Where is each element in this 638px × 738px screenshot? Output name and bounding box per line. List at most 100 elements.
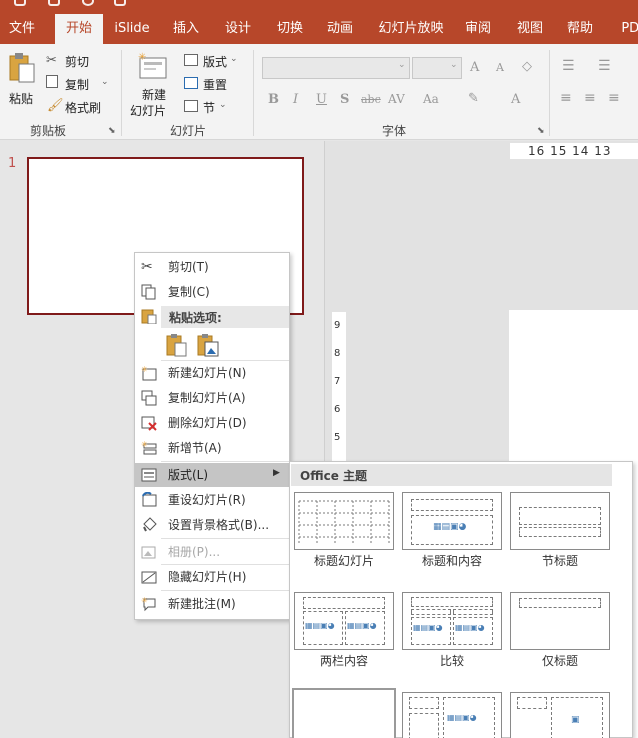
title-bar — [0, 0, 638, 14]
content-icons: ▦▤▣◕ — [347, 621, 377, 630]
menu-item-label: 新建幻灯片(N) — [168, 366, 247, 380]
menu-item-layout[interactable]: 版式(L) ▶ — [135, 463, 289, 487]
touch-mode-icon[interactable] — [114, 0, 126, 6]
font-color-button[interactable]: A — [511, 92, 520, 107]
menu-item-copy[interactable]: 复制(C) — [135, 280, 289, 304]
section-icon — [184, 100, 198, 112]
underline-button[interactable]: U — [316, 92, 327, 107]
menu-item-label: 复制(C) — [168, 285, 210, 299]
content-icons: ▦▤▣◕ — [447, 713, 477, 722]
bullets-icon[interactable]: ☰ — [562, 58, 575, 74]
tab-transitions[interactable]: 切换 — [270, 14, 310, 44]
group-divider — [121, 50, 122, 136]
menu-item-format-background[interactable]: 设置背景格式(B)... — [135, 513, 289, 537]
svg-text:✳: ✳ — [138, 52, 146, 63]
paste-use-destination-theme-button[interactable] — [166, 333, 188, 357]
italic-button[interactable]: I — [293, 92, 298, 107]
copy-button[interactable]: 复制 — [65, 76, 89, 93]
layout-button[interactable]: 版式 — [203, 53, 227, 70]
right-heading-placeholder — [453, 609, 493, 615]
layout-title-slide[interactable] — [294, 492, 394, 550]
layout-icon — [141, 467, 157, 483]
ruler-tick-label: 6 — [334, 404, 341, 415]
paste-button[interactable]: 粘贴 — [6, 50, 38, 106]
tab-pdf[interactable]: PDF — [614, 14, 638, 44]
layout-name: 比较 — [439, 654, 464, 668]
bold-button[interactable]: B — [268, 92, 279, 107]
layout-title-only[interactable] — [510, 592, 610, 650]
layout-name: 节标题 — [541, 554, 578, 568]
content-icons: ▦▤▣◕ — [455, 623, 485, 632]
photo-album-icon — [141, 544, 157, 560]
menu-item-hide-slide[interactable]: 隐藏幻灯片(H) — [135, 565, 289, 589]
align-center-icon[interactable]: ≡ — [584, 90, 596, 106]
menu-item-delete-slide[interactable]: 删除幻灯片(D) — [135, 411, 289, 435]
numbering-icon[interactable]: ☰ — [598, 58, 611, 74]
paste-as-picture-button[interactable] — [197, 333, 219, 357]
layout-title-and-content[interactable]: ▦▤▣◕ — [402, 492, 502, 550]
tab-view[interactable]: 视图 — [510, 14, 550, 44]
strikethrough-button[interactable]: abc — [361, 93, 381, 106]
theme-name: Office 主题 — [300, 469, 368, 483]
copy-icon — [46, 75, 58, 88]
menu-item-label: 重设幻灯片(R) — [168, 493, 246, 507]
layout-blank[interactable] — [292, 688, 396, 738]
menu-item-reset-slide[interactable]: 重设幻灯片(R) — [135, 488, 289, 512]
menu-item-duplicate-slide[interactable]: 复制幻灯片(A) — [135, 386, 289, 410]
layout-two-content[interactable]: ▦▤▣◕ ▦▤▣◕ — [294, 592, 394, 650]
save-icon[interactable] — [14, 0, 26, 6]
layout-picture-with-caption[interactable]: ▣ — [510, 692, 610, 738]
char-spacing-button[interactable]: AV — [388, 92, 405, 106]
align-right-icon[interactable]: ≡ — [608, 90, 620, 106]
caption-title-placeholder — [517, 697, 547, 709]
tab-animations[interactable]: 动画 — [320, 14, 360, 44]
paste-icon — [9, 53, 35, 83]
menu-separator — [161, 538, 289, 539]
tab-file[interactable]: 文件 — [0, 14, 44, 44]
hide-slide-icon — [141, 569, 157, 585]
undo-icon[interactable] — [48, 0, 60, 6]
vertical-ruler: 9 8 7 6 5 — [332, 312, 346, 472]
align-left-icon[interactable]: ≡ — [560, 90, 572, 106]
tab-islide[interactable]: iSlide — [108, 14, 156, 44]
reset-button[interactable]: 重置 — [203, 76, 227, 93]
section-button[interactable]: 节 — [203, 99, 215, 116]
format-painter-button[interactable]: 格式刷 — [65, 99, 101, 116]
font-launcher-icon[interactable]: ⬊ — [537, 126, 545, 136]
menu-item-new-comment[interactable]: ✳ 新建批注(M) — [135, 592, 289, 616]
layout-comparison[interactable]: ▦▤▣◕ ▦▤▣◕ — [402, 592, 502, 650]
tab-design[interactable]: 设计 — [218, 14, 258, 44]
layout-content-with-caption[interactable]: ▦▤▣◕ — [402, 692, 502, 738]
tab-home[interactable]: 开始 — [55, 14, 103, 44]
title-slide-preview — [298, 500, 390, 543]
ribbon: 粘贴 ✂ 剪切 复制 ⌄ 🖌 格式刷 剪贴板 ⬊ ✳ 新建 幻灯片 版式 ⌄ 重… — [0, 44, 638, 140]
clipboard-launcher-icon[interactable]: ⬊ — [108, 126, 116, 136]
menu-item-add-section[interactable]: ✳ 新增节(A) — [135, 436, 289, 460]
new-slide-button[interactable]: ✳ 新建 幻灯片 — [128, 50, 180, 118]
menu-item-new-slide[interactable]: ✳ 新建幻灯片(N) — [135, 361, 289, 385]
paste-destination-icon — [166, 334, 187, 357]
layout-dropdown-icon[interactable]: ⌄ — [230, 54, 238, 64]
grow-font-button[interactable]: A — [470, 60, 479, 75]
shrink-font-button[interactable]: A — [496, 61, 504, 74]
ruler-tick-label: 7 — [334, 376, 341, 387]
chevron-down-icon: ⌄ — [398, 60, 406, 70]
cut-button[interactable]: 剪切 — [65, 53, 89, 70]
menu-item-label: 版式(L) — [168, 468, 209, 482]
change-case-button[interactable]: Aa — [423, 92, 439, 106]
redo-icon[interactable] — [82, 0, 94, 6]
layout-section-header[interactable] — [510, 492, 610, 550]
tab-review[interactable]: 审阅 — [458, 14, 498, 44]
tab-slideshow[interactable]: 幻灯片放映 — [376, 14, 446, 44]
text-shadow-button[interactable]: S — [340, 92, 349, 107]
menu-item-cut[interactable]: ✂ 剪切(T) — [135, 255, 289, 279]
clear-format-icon[interactable]: ◇ — [522, 59, 532, 74]
tab-help[interactable]: 帮助 — [560, 14, 600, 44]
group-divider — [549, 50, 550, 136]
font-name-dropdown[interactable] — [262, 57, 410, 79]
copy-dropdown-icon[interactable]: ⌄ — [101, 77, 109, 87]
tab-insert[interactable]: 插入 — [166, 14, 206, 44]
section-dropdown-icon[interactable]: ⌄ — [219, 100, 227, 110]
menu-item-photo-album[interactable]: 相册(P)... — [135, 540, 289, 564]
highlight-icon[interactable]: ✎ — [468, 91, 479, 106]
